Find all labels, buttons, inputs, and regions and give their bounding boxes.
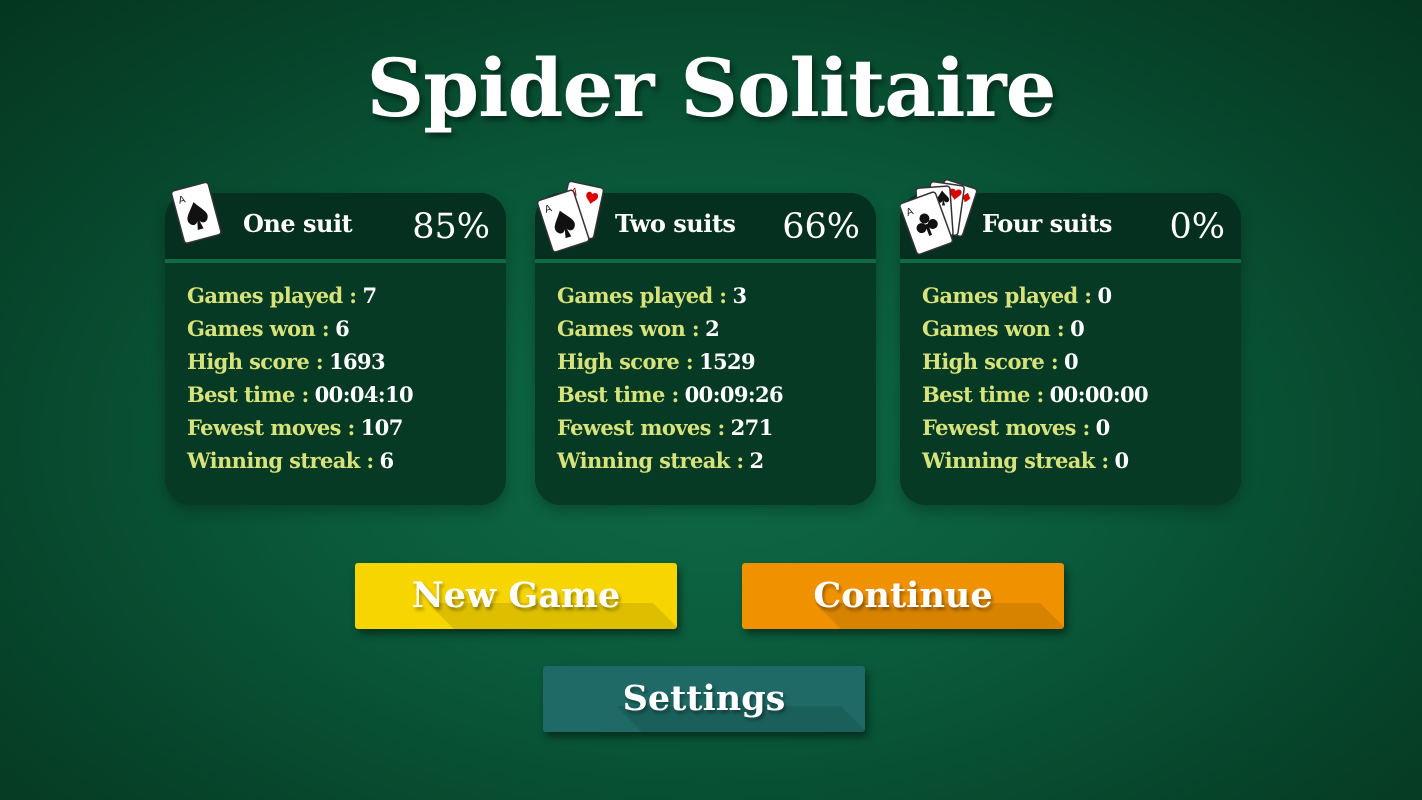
stat-value: 7 xyxy=(362,283,377,308)
panel-divider xyxy=(900,259,1241,263)
stat-best-time: Best time :00:00:00 xyxy=(922,378,1149,411)
stat-fewest-moves: Fewest moves :271 xyxy=(557,411,783,444)
stat-games-played: Games played :3 xyxy=(557,279,783,312)
stat-winning-streak: Winning streak :0 xyxy=(922,444,1148,477)
stats-list: Games played :3 Games won :2 High score … xyxy=(557,279,784,477)
stat-label: Games played : xyxy=(922,283,1092,308)
stat-games-won: Games won :2 xyxy=(557,312,783,345)
stat-value: 00:00:00 xyxy=(1049,382,1149,407)
stats-list: Games played :7 Games won :6 High score … xyxy=(187,279,414,477)
stat-value: 0 xyxy=(1070,316,1085,341)
stat-value: 0 xyxy=(1114,448,1130,473)
settings-button[interactable]: Settings xyxy=(543,666,865,732)
settings-label: Settings xyxy=(622,678,786,719)
stat-value: 107 xyxy=(360,415,404,440)
stat-value: 6 xyxy=(379,448,395,473)
four-ace-cards-icon: A xyxy=(900,179,978,255)
game-title: Spider Solitaire xyxy=(366,41,1056,135)
stat-label: High score : xyxy=(557,349,694,374)
stat-value: 3 xyxy=(732,283,747,308)
continue-button[interactable]: Continue xyxy=(742,563,1064,629)
stat-value: 1529 xyxy=(699,349,756,374)
new-game-button[interactable]: New Game xyxy=(355,563,677,629)
stat-label: Games won : xyxy=(557,316,700,341)
stat-label: Fewest moves : xyxy=(557,415,725,440)
stat-winning-streak: Winning streak :6 xyxy=(187,444,413,477)
two-ace-cards-icon: A A xyxy=(536,180,605,253)
continue-label: Continue xyxy=(813,575,993,616)
stat-value: 00:04:10 xyxy=(314,382,414,407)
ace-of-spades-card-icon: A xyxy=(170,181,222,244)
stats-panel-four-suits[interactable]: A Four suits 0% Games played :0 Games wo… xyxy=(900,179,1241,505)
stat-label: High score : xyxy=(187,349,324,374)
stat-games-played: Games played :0 xyxy=(922,279,1148,312)
stat-label: Games won : xyxy=(187,316,330,341)
stat-label: Fewest moves : xyxy=(187,415,355,440)
stat-label: Winning streak : xyxy=(187,448,374,473)
new-game-label: New Game xyxy=(411,575,621,616)
stat-label: Winning streak : xyxy=(922,448,1109,473)
stat-value: 00:09:26 xyxy=(684,382,784,407)
stat-winning-streak: Winning streak :2 xyxy=(557,444,783,477)
stats-list: Games played :0 Games won :0 High score … xyxy=(922,279,1149,477)
stat-label: Games played : xyxy=(557,283,727,308)
stat-label: Fewest moves : xyxy=(922,415,1090,440)
win-percent: 85% xyxy=(412,207,490,247)
panel-divider xyxy=(165,259,506,263)
stat-fewest-moves: Fewest moves :107 xyxy=(187,411,413,444)
stat-label: Games won : xyxy=(922,316,1065,341)
stat-best-time: Best time :00:09:26 xyxy=(557,378,784,411)
win-percent: 0% xyxy=(1169,207,1225,247)
stat-label: Winning streak : xyxy=(557,448,744,473)
stat-high-score: High score :1693 xyxy=(187,345,413,378)
stat-value: 6 xyxy=(335,316,350,341)
stat-value: 0 xyxy=(1095,415,1111,440)
stat-label: High score : xyxy=(922,349,1059,374)
stat-games-played: Games played :7 xyxy=(187,279,413,312)
stat-value: 271 xyxy=(730,415,774,440)
stat-label: Best time : xyxy=(922,382,1044,407)
stat-label: Games played : xyxy=(187,283,357,308)
stat-value: 0 xyxy=(1097,283,1112,308)
stats-panel-one-suit[interactable]: A One suit 85% Games played :7 Games won… xyxy=(165,181,506,505)
panel-divider xyxy=(535,259,876,263)
panel-title: Two suits xyxy=(615,209,736,238)
stat-fewest-moves: Fewest moves :0 xyxy=(922,411,1148,444)
stat-value: 1693 xyxy=(329,349,386,374)
stat-label: Best time : xyxy=(557,382,679,407)
stat-label: Best time : xyxy=(187,382,309,407)
stat-best-time: Best time :00:04:10 xyxy=(187,378,414,411)
stat-value: 2 xyxy=(749,448,765,473)
stat-value: 0 xyxy=(1064,349,1079,374)
panel-title: One suit xyxy=(243,209,353,238)
stat-value: 2 xyxy=(705,316,720,341)
stat-games-won: Games won :0 xyxy=(922,312,1148,345)
win-percent: 66% xyxy=(782,207,860,247)
stat-high-score: High score :0 xyxy=(922,345,1148,378)
stat-high-score: High score :1529 xyxy=(557,345,783,378)
stat-games-won: Games won :6 xyxy=(187,312,413,345)
stats-panel-two-suits[interactable]: A A Two suits 66% Games played :3 Games … xyxy=(535,180,876,505)
panel-title: Four suits xyxy=(982,209,1112,238)
